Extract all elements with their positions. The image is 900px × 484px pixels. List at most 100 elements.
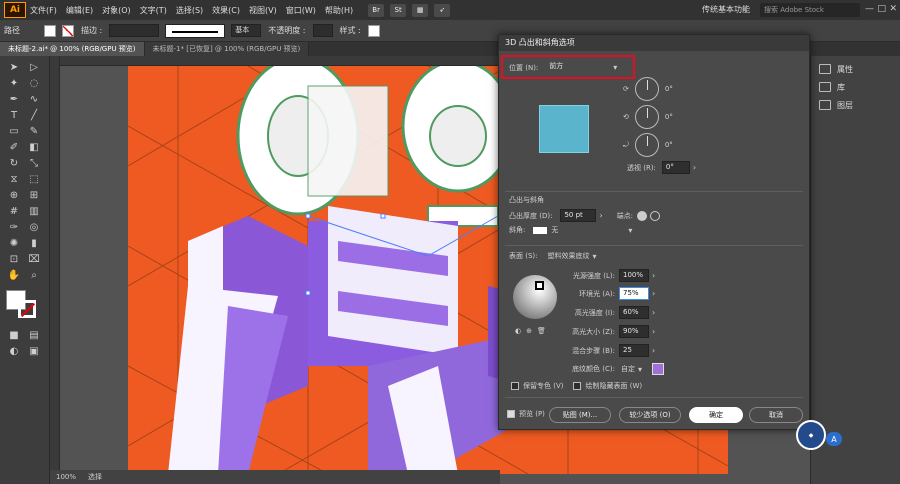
- rotation-x-dial[interactable]: [634, 77, 659, 101]
- map-art-button[interactable]: 贴图 (M)...: [549, 407, 611, 423]
- blend-tool-icon[interactable]: ◎: [26, 220, 42, 234]
- menu-window[interactable]: 窗口(W): [286, 5, 316, 16]
- paintbrush-tool-icon[interactable]: ✎: [26, 124, 42, 138]
- chevron-right-icon[interactable]: ›: [652, 346, 655, 355]
- shaper-tool-icon[interactable]: ✐: [6, 140, 22, 154]
- chevron-right-icon[interactable]: ›: [652, 271, 655, 280]
- menu-edit[interactable]: 编辑(E): [66, 5, 93, 16]
- line-tool-icon[interactable]: ╱: [26, 108, 42, 122]
- menu-object[interactable]: 对象(O): [102, 5, 131, 16]
- stock-search-input[interactable]: 搜索 Adobe Stock: [760, 3, 860, 17]
- surface-select[interactable]: 塑料效果底纹: [548, 251, 590, 261]
- screen-mode-icon[interactable]: ▣: [26, 344, 42, 358]
- chevron-right-icon[interactable]: ›: [693, 163, 696, 172]
- ok-button[interactable]: 确定: [689, 407, 743, 423]
- shading-color-select[interactable]: 自定: [621, 364, 635, 374]
- perspective-field[interactable]: 0°: [661, 161, 690, 174]
- blend-steps-field[interactable]: 25: [619, 344, 649, 357]
- shading-color-swatch[interactable]: [652, 363, 665, 375]
- minimize-icon[interactable]: —: [865, 4, 874, 14]
- chevron-right-icon[interactable]: ›: [652, 327, 655, 336]
- current-tool-status[interactable]: 选择: [88, 470, 102, 484]
- stroke-swatch[interactable]: [62, 24, 74, 37]
- free-transform-tool-icon[interactable]: ⬚: [26, 172, 42, 186]
- panel-layers[interactable]: 图层: [811, 96, 900, 114]
- slice-tool-icon[interactable]: ⌧: [26, 252, 42, 266]
- color-mode-icon[interactable]: ■: [6, 328, 22, 342]
- stroke-profile-preview[interactable]: [165, 23, 226, 38]
- bevel-select[interactable]: 无: [551, 225, 558, 235]
- symbol-sprayer-tool-icon[interactable]: ✺: [6, 236, 22, 250]
- cap-on-icon[interactable]: [637, 210, 647, 221]
- maximize-icon[interactable]: □: [877, 4, 886, 14]
- rotation-x-value[interactable]: 0°: [665, 85, 673, 93]
- rotation-z-dial[interactable]: [634, 133, 659, 157]
- position-select[interactable]: 前方: [546, 61, 610, 74]
- direct-selection-tool-icon[interactable]: ▷: [26, 60, 42, 74]
- pen-tool-icon[interactable]: ✒: [6, 92, 22, 106]
- zoom-tool-icon[interactable]: ⌕: [26, 268, 42, 282]
- hand-tool-icon[interactable]: ✋: [6, 268, 22, 282]
- chevron-down-icon[interactable]: ▾: [593, 252, 597, 261]
- column-graph-tool-icon[interactable]: ▮: [26, 236, 42, 250]
- menu-type[interactable]: 文字(T): [140, 5, 167, 16]
- stroke-color-box[interactable]: [18, 300, 36, 318]
- menu-view[interactable]: 视图(V): [249, 5, 277, 16]
- rotate-tool-icon[interactable]: ↻: [6, 156, 22, 170]
- panel-properties[interactable]: 属性: [811, 60, 900, 78]
- light-intensity-field[interactable]: 100%: [619, 269, 649, 282]
- eraser-tool-icon[interactable]: ◧: [26, 140, 42, 154]
- selection-tool-icon[interactable]: ➤: [6, 60, 22, 74]
- lasso-tool-icon[interactable]: ◌: [26, 76, 42, 90]
- preserve-spot-checkbox[interactable]: [511, 382, 519, 390]
- bridge-icon[interactable]: Br: [368, 3, 385, 17]
- fill-stroke-control[interactable]: [6, 290, 46, 320]
- perspective-grid-tool-icon[interactable]: ⊞: [26, 188, 42, 202]
- workspace-switcher[interactable]: 传统基本功能: [702, 4, 750, 15]
- preview-checkbox[interactable]: [507, 410, 515, 418]
- extrude-depth-field[interactable]: 50 pt: [560, 209, 597, 222]
- delete-light-icon[interactable]: 🗑: [537, 327, 546, 335]
- magic-wand-tool-icon[interactable]: ✦: [6, 76, 22, 90]
- mesh-tool-icon[interactable]: #: [6, 204, 22, 218]
- light-source-handle[interactable]: [535, 281, 544, 290]
- tab-document-2[interactable]: 未标题-2.ai* @ 100% (RGB/GPU 预览): [0, 42, 145, 56]
- draw-hidden-faces-checkbox[interactable]: [573, 382, 582, 390]
- rotation-y-value[interactable]: 0°: [665, 113, 673, 121]
- stroke-style-select[interactable]: 基本: [231, 24, 262, 37]
- chevron-down-icon[interactable]: ▾: [628, 226, 632, 235]
- rotation-cube-preview[interactable]: [539, 105, 589, 153]
- panel-libraries[interactable]: 库: [811, 78, 900, 96]
- gradient-mode-icon[interactable]: ▤: [26, 328, 42, 342]
- shape-builder-tool-icon[interactable]: ⊕: [6, 188, 22, 202]
- width-tool-icon[interactable]: ⧖: [6, 172, 22, 186]
- fewer-options-button[interactable]: 较少选项 (O): [619, 407, 681, 423]
- vertical-ruler[interactable]: [50, 56, 60, 484]
- grid-icon[interactable]: ▦: [412, 3, 429, 17]
- stroke-weight-field[interactable]: [109, 24, 160, 37]
- chevron-down-icon[interactable]: ▾: [638, 365, 642, 374]
- draw-mode-icon[interactable]: ◐: [6, 344, 22, 358]
- move-light-back-icon[interactable]: ◐: [515, 327, 521, 335]
- menu-file[interactable]: 文件(F): [30, 5, 57, 16]
- zoom-level[interactable]: 100%: [56, 470, 76, 484]
- tab-document-1[interactable]: 未标题-1* [已恢复] @ 100% (RGB/GPU 预览): [144, 42, 310, 56]
- gradient-tool-icon[interactable]: ▥: [26, 204, 42, 218]
- close-icon[interactable]: ✕: [889, 4, 897, 14]
- graphic-style-swatch[interactable]: [367, 24, 380, 37]
- chevron-right-icon[interactable]: ›: [599, 211, 602, 220]
- menu-help[interactable]: 帮助(H): [325, 5, 353, 16]
- menu-effect[interactable]: 效果(C): [212, 5, 240, 16]
- highlight-intensity-field[interactable]: 60%: [619, 306, 649, 319]
- type-tool-icon[interactable]: T: [6, 108, 22, 122]
- chevron-right-icon[interactable]: ›: [652, 308, 655, 317]
- menu-select[interactable]: 选择(S): [176, 5, 203, 16]
- new-light-icon[interactable]: ⊕: [526, 327, 532, 335]
- rotation-y-dial[interactable]: [634, 105, 659, 129]
- highlight-size-field[interactable]: 90%: [619, 325, 649, 338]
- cap-off-icon[interactable]: [650, 210, 660, 221]
- ambient-light-field[interactable]: 75%: [619, 287, 649, 300]
- fill-swatch[interactable]: [44, 24, 56, 37]
- rocket-icon[interactable]: ➶: [434, 3, 451, 17]
- rotation-z-value[interactable]: 0°: [665, 141, 673, 149]
